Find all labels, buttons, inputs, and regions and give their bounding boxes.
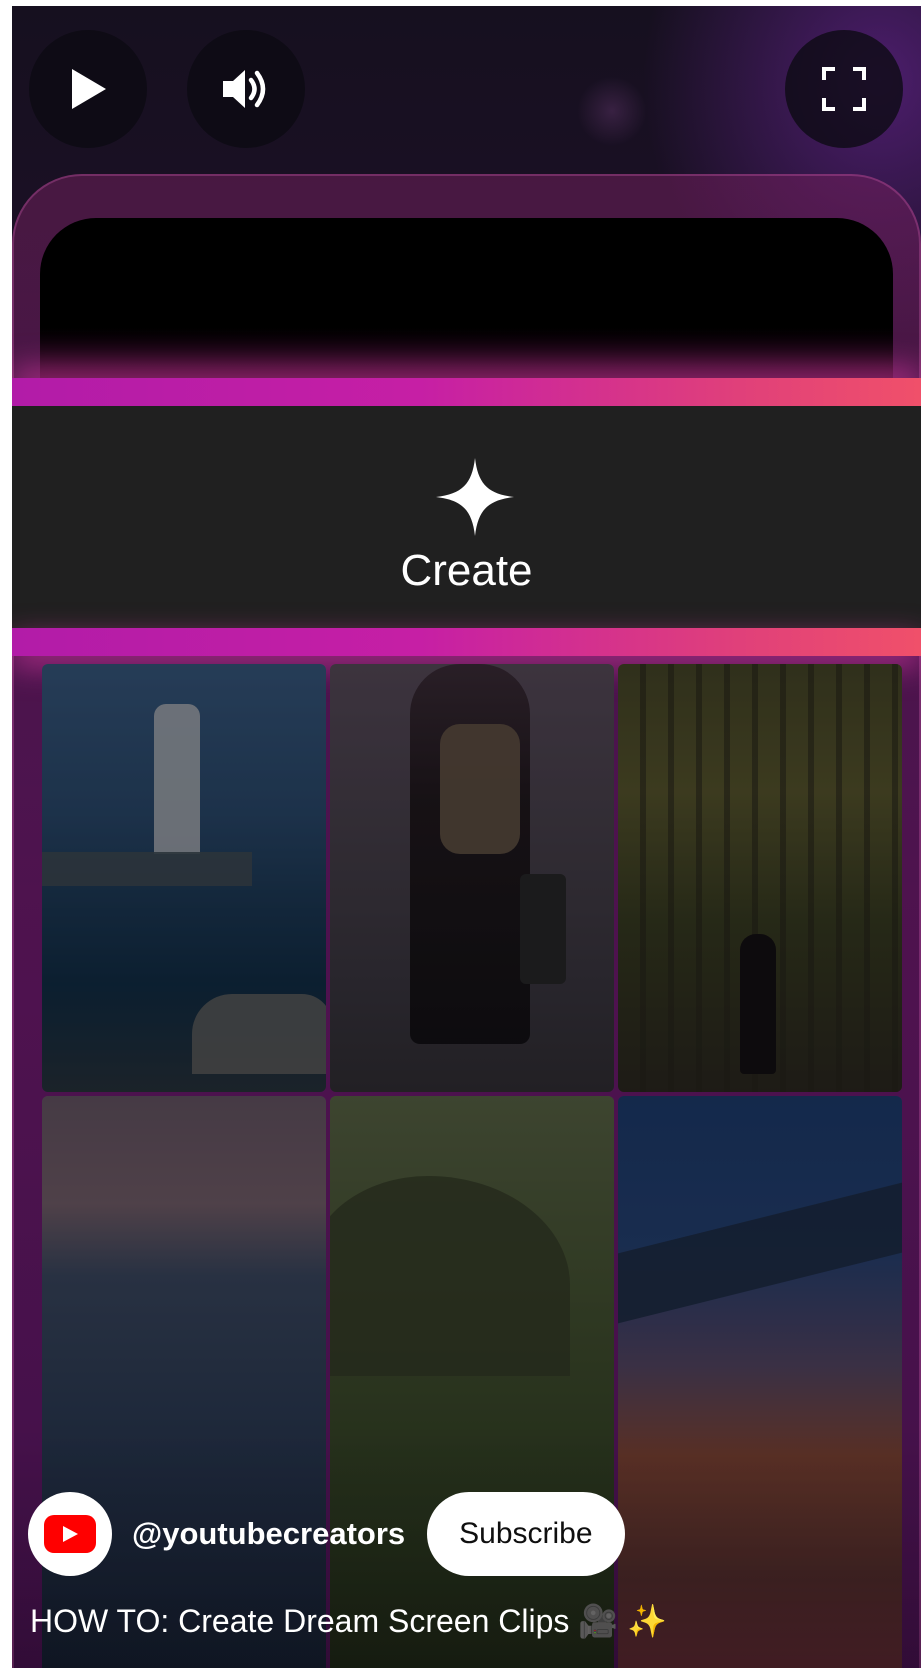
channel-row: @youtubecreators Subscribe xyxy=(28,1492,625,1576)
youtube-logo-icon xyxy=(44,1515,96,1553)
play-button[interactable] xyxy=(29,30,147,148)
person-shape xyxy=(410,664,530,1044)
channel-handle[interactable]: @youtubecreators xyxy=(132,1516,405,1552)
create-label: Create xyxy=(400,546,533,595)
fullscreen-button[interactable] xyxy=(785,30,903,148)
volume-icon xyxy=(223,70,266,108)
sparkle-icon xyxy=(436,458,514,536)
clip-thumbnail-forest xyxy=(618,664,902,1092)
play-triangle-icon xyxy=(63,1526,78,1542)
subscribe-button[interactable]: Subscribe xyxy=(427,1492,625,1576)
pier-shape xyxy=(42,852,252,886)
play-icon xyxy=(72,69,106,109)
create-banner: Create xyxy=(12,378,921,656)
video-title[interactable]: HOW TO: Create Dream Screen Clips 🎥 ✨ xyxy=(30,1602,667,1640)
suitcase-shape xyxy=(520,874,566,984)
lighthouse-shape xyxy=(154,704,200,854)
backpack-shape xyxy=(440,724,520,854)
fullscreen-icon xyxy=(822,67,866,111)
walker-shape xyxy=(740,934,776,1074)
clip-thumbnail-lighthouse xyxy=(42,664,326,1092)
trees-shape xyxy=(618,664,902,1092)
background-glow-dot xyxy=(577,76,647,146)
banner-glow-bottom xyxy=(12,628,921,656)
hill-shape xyxy=(330,1176,570,1376)
video-player[interactable]: Create @youtubecreators Subscribe HOW TO… xyxy=(12,6,921,1668)
channel-avatar[interactable] xyxy=(28,1492,112,1576)
volume-button[interactable] xyxy=(187,30,305,148)
clip-thumbnail-traveler xyxy=(330,664,614,1092)
wing-shape xyxy=(618,1178,902,1324)
rocks-shape xyxy=(192,994,326,1074)
banner-glow-top xyxy=(12,378,921,406)
